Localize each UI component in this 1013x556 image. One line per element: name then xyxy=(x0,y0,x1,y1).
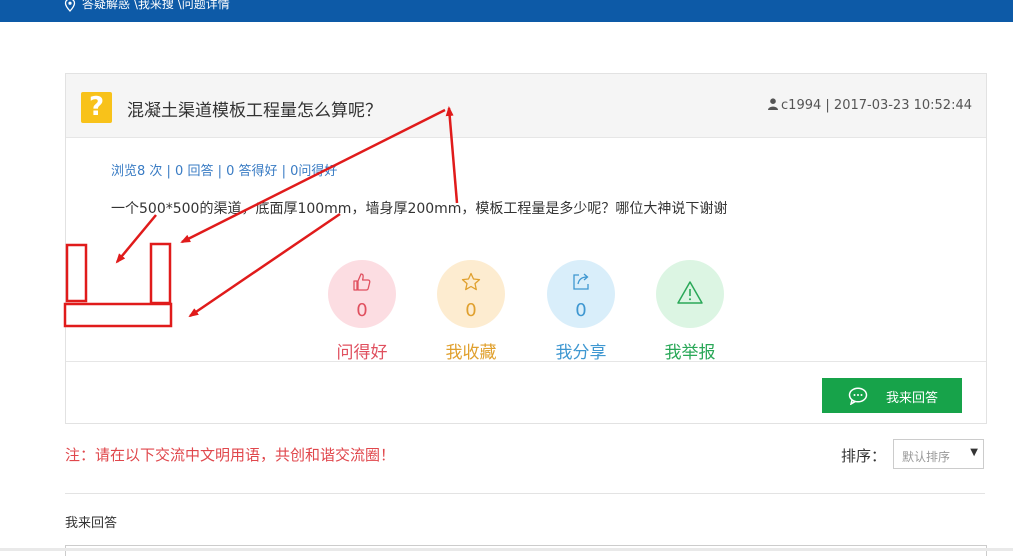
share-label: 我分享 xyxy=(555,343,607,363)
breadcrumb: 答疑解惑 \我来搜 \问题详情 xyxy=(64,0,230,12)
question-header: ? 混凝土渠道模板工程量怎么算呢？ c1994 | 2017-03-23 10:… xyxy=(66,74,986,138)
question-title: 混凝土渠道模板工程量怎么算呢？ xyxy=(127,101,382,121)
user-icon xyxy=(768,98,779,110)
share-count: 0 xyxy=(575,300,587,321)
question-footer: 我来回答 xyxy=(66,361,986,424)
ask-good-label: 问得好 xyxy=(336,343,388,363)
share-circle: 0 xyxy=(547,260,615,328)
question-stats: 浏览8 次 | 0 回答 | 0 答得好 | 0问得好 xyxy=(111,164,338,179)
my-answer-heading: 我来回答 xyxy=(65,516,118,531)
question-datetime: | 2017-03-23 10:52:44 xyxy=(825,98,972,113)
ask-good-button[interactable]: 0 问得好 xyxy=(328,260,396,363)
report-label: 我举报 xyxy=(664,343,716,363)
report-circle xyxy=(656,260,724,328)
favorite-circle: 0 xyxy=(437,260,505,328)
sort-label: 排序： xyxy=(841,447,887,465)
ask-good-circle: 0 xyxy=(328,260,396,328)
dropdown-arrow-icon: ▼ xyxy=(970,447,978,458)
section-divider xyxy=(65,493,985,494)
question-meta: c1994 | 2017-03-23 10:52:44 xyxy=(768,98,972,113)
civility-notice: 注：请在以下交流中文明用语，共创和谐交流圈！ xyxy=(65,446,396,464)
report-button[interactable]: 我举报 xyxy=(656,260,724,363)
warning-icon xyxy=(677,281,703,304)
favorite-button[interactable]: 0 我收藏 xyxy=(437,260,505,363)
question-mark-icon: ? xyxy=(81,92,112,123)
star-icon xyxy=(461,272,481,291)
answer-button-label: 我来回答 xyxy=(886,391,939,406)
question-card: ? 混凝土渠道模板工程量怎么算呢？ c1994 | 2017-03-23 10:… xyxy=(65,73,987,424)
share-icon xyxy=(573,273,589,290)
answer-button[interactable]: 我来回答 xyxy=(822,378,962,413)
top-nav-bar: 答疑解惑 \我来搜 \问题详情 xyxy=(0,0,1013,22)
favorite-count: 0 xyxy=(465,300,477,321)
ask-good-count: 0 xyxy=(356,300,368,321)
sort-selected-value: 默认排序 xyxy=(902,450,951,464)
thumbs-up-icon xyxy=(353,273,371,291)
location-pin-icon xyxy=(64,0,76,12)
chat-bubble-icon xyxy=(848,387,868,405)
question-author[interactable]: c1994 xyxy=(781,98,821,113)
share-button[interactable]: 0 我分享 xyxy=(547,260,615,363)
question-body: 一个500*500的渠道，底面厚100mm，墙身厚200mm，模板工程量是多少呢… xyxy=(111,201,728,217)
favorite-label: 我收藏 xyxy=(445,343,497,363)
sort-select[interactable]: 默认排序 ▼ xyxy=(893,439,984,469)
breadcrumb-text[interactable]: 答疑解惑 \我来搜 \问题详情 xyxy=(82,0,230,11)
